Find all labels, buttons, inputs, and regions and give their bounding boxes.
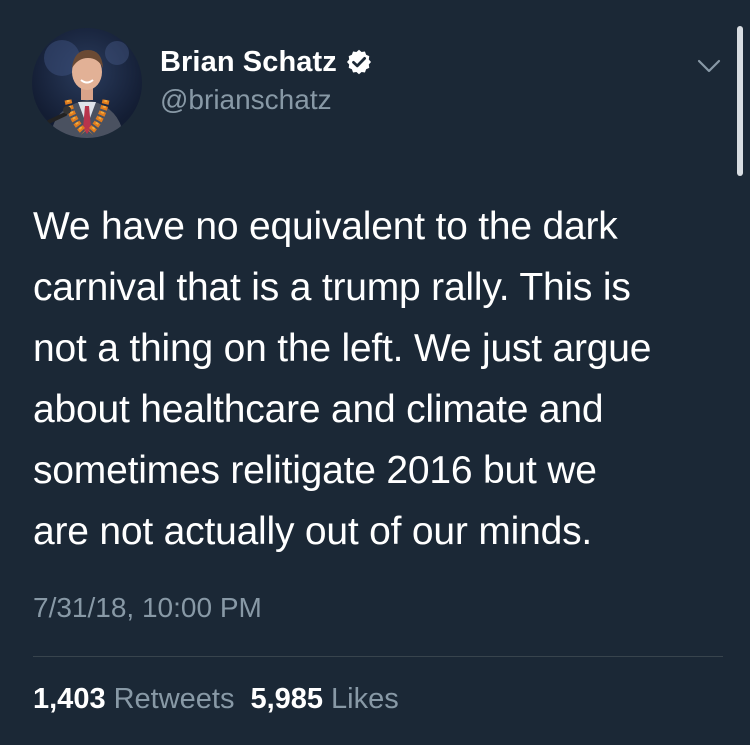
author-name-row[interactable]: Brian Schatz [160, 44, 373, 80]
likes-count[interactable]: 5,985 [250, 683, 323, 716]
avatar-photo [44, 40, 129, 138]
tweet-text-line: not a thing on the left. We just argue [33, 327, 652, 370]
retweets-label[interactable]: Retweets [114, 683, 235, 716]
tweet-text-line: sometimes relitigate 2016 but we [33, 449, 597, 492]
verified-badge-icon [346, 49, 371, 75]
avatar[interactable] [32, 28, 142, 138]
author-display-name[interactable]: Brian Schatz [160, 46, 337, 79]
chevron-down-icon[interactable] [696, 56, 722, 76]
tweet-text-line: are not actually out of our minds. [33, 510, 593, 553]
tweet-timestamp[interactable]: 7/31/18, 10:00 PM [33, 592, 262, 624]
retweets-count[interactable]: 1,403 [33, 683, 106, 716]
tweet-text-line: carnival that is a trump rally. This is [33, 266, 631, 309]
divider [33, 656, 723, 657]
author-handle[interactable]: @brianschatz [160, 84, 332, 116]
tweet-stats: 1,403 Retweets 5,985 Likes [33, 683, 415, 716]
tweet-card: Brian Schatz @brianschatz We have no equ… [0, 0, 750, 745]
scrollbar-thumb[interactable] [737, 26, 743, 176]
tweet-text-line: about healthcare and climate and [33, 388, 604, 431]
tweet-text-line: We have no equivalent to the dark [33, 205, 618, 248]
tweet-text: We have no equivalent to the dark carniv… [33, 196, 723, 562]
likes-label[interactable]: Likes [331, 683, 399, 716]
